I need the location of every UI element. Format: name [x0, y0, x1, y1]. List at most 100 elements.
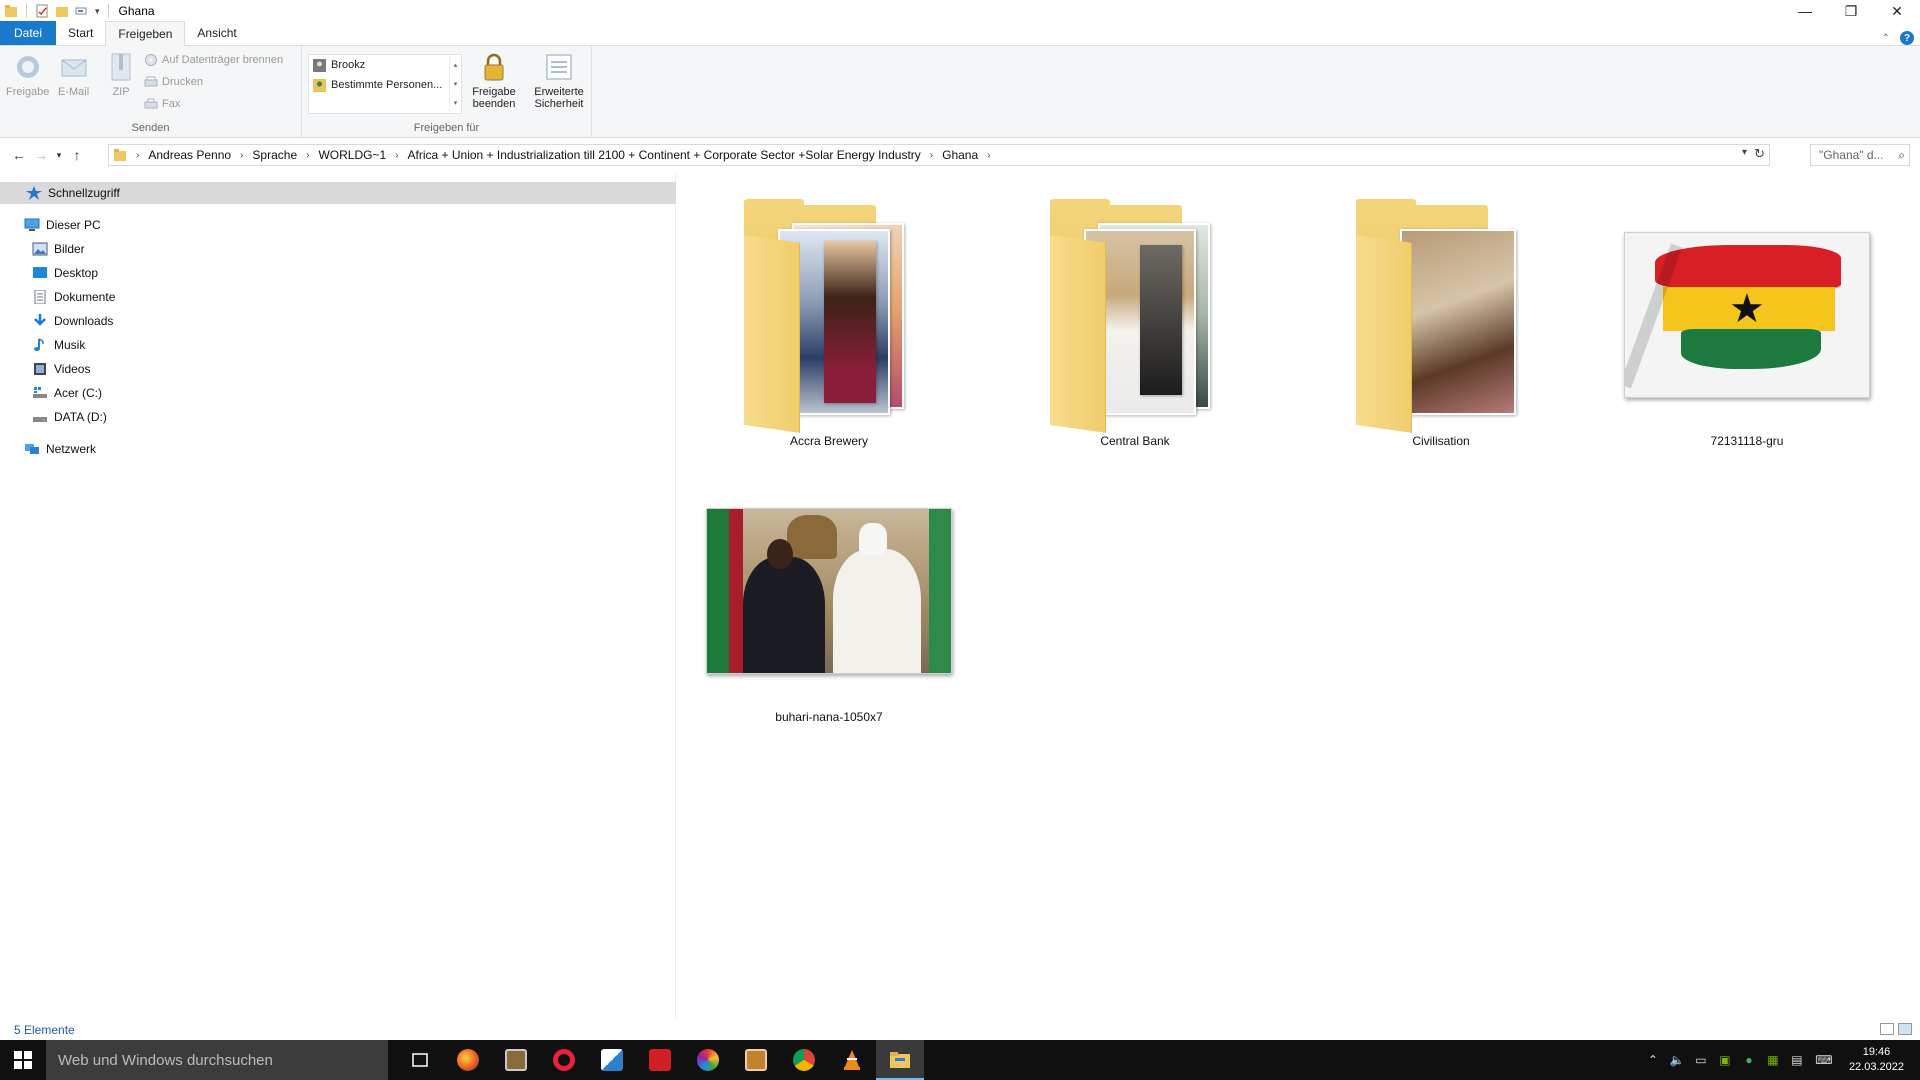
- nav-desktop[interactable]: Desktop: [32, 262, 98, 284]
- image-item[interactable]: ★ 72131118-gru: [1622, 202, 1872, 448]
- properties-icon[interactable]: [35, 4, 49, 18]
- address-bar[interactable]: › Andreas Penno › Sprache › WORLDG~1 › Afri…: [108, 144, 1770, 166]
- fax-icon: [144, 98, 158, 109]
- clock[interactable]: 19:46 22.03.2022: [1843, 1045, 1910, 1075]
- taskbar-app-file-explorer[interactable]: [876, 1040, 924, 1080]
- computer-icon: [24, 218, 40, 231]
- burn-button[interactable]: Auf Datenträger brennen: [144, 54, 283, 66]
- nav-videos[interactable]: Videos: [32, 358, 90, 380]
- taskbar-app-picasa[interactable]: [684, 1040, 732, 1080]
- large-icons-view-icon[interactable]: [1898, 1023, 1912, 1035]
- taskbar-app-opera[interactable]: [540, 1040, 588, 1080]
- taskbar-app-archive[interactable]: [732, 1040, 780, 1080]
- image-thumbnail: [706, 508, 952, 674]
- nav-drive-c[interactable]: Acer (C:): [32, 382, 102, 404]
- breadcrumb-worldg[interactable]: WORLDG~1 ›: [318, 148, 407, 162]
- zip-button[interactable]: ZIP: [106, 52, 136, 98]
- new-folder-icon[interactable]: [55, 4, 69, 18]
- ribbon: Freigabe E-Mail ZIP Auf Datenträger bren…: [0, 46, 1920, 138]
- opera-icon: [553, 1049, 575, 1071]
- taskbar-search-input[interactable]: Web und Windows durchsuchen: [46, 1040, 388, 1080]
- folder-item[interactable]: Accra Brewery: [704, 199, 954, 448]
- share-item-specific-people[interactable]: Bestimmte Personen...: [309, 75, 461, 95]
- picasa-icon: [697, 1049, 719, 1071]
- breadcrumb-ghana[interactable]: Ghana ›: [942, 148, 999, 162]
- gpu-tray-icon[interactable]: ▦: [1765, 1053, 1781, 1067]
- taskbar-app-photos[interactable]: [492, 1040, 540, 1080]
- music-icon: [34, 338, 44, 351]
- nvidia-icon[interactable]: ▣: [1717, 1053, 1733, 1067]
- nav-network[interactable]: Netzwerk: [24, 438, 96, 460]
- notification-icon[interactable]: ▤: [1789, 1053, 1805, 1067]
- nav-bilder[interactable]: Bilder: [32, 238, 85, 260]
- disc-icon: [145, 54, 157, 66]
- printer-icon: [144, 76, 158, 87]
- breadcrumb-africa-union[interactable]: Africa + Union + Industrialization till …: [408, 148, 943, 162]
- nav-musik[interactable]: Musik: [32, 334, 85, 356]
- minimize-button[interactable]: —: [1782, 0, 1828, 22]
- tab-freigeben[interactable]: Freigeben: [105, 21, 186, 46]
- status-bar: 5 Elemente: [0, 1020, 1920, 1040]
- share-list-scroller[interactable]: ▴ ▾ ▾: [449, 55, 461, 113]
- stop-sharing-button[interactable]: Freigabe beenden: [468, 52, 520, 110]
- rename-icon[interactable]: [75, 4, 89, 18]
- volume-icon[interactable]: 🔈: [1669, 1053, 1685, 1067]
- nav-this-pc[interactable]: Dieser PC: [24, 214, 101, 236]
- folder-item[interactable]: Civilisation: [1316, 199, 1566, 448]
- recent-locations-icon[interactable]: ▾: [52, 150, 66, 161]
- folder-item[interactable]: Central Bank: [1010, 199, 1260, 448]
- advanced-security-button[interactable]: Erweiterte Sicherheit: [530, 52, 588, 110]
- tray-overflow-icon[interactable]: ⌃: [1645, 1053, 1661, 1067]
- file-list: Accra Brewery Central Bank Civilisation …: [678, 172, 1920, 1020]
- clock-date: 22.03.2022: [1848, 1061, 1904, 1073]
- print-button[interactable]: Drucken: [144, 76, 203, 88]
- share-item-brookz[interactable]: Brookz: [309, 55, 461, 75]
- close-button[interactable]: ✕: [1874, 0, 1920, 22]
- tab-ansicht[interactable]: Ansicht: [185, 21, 248, 45]
- pictures-icon: [32, 242, 48, 256]
- breadcrumb-andreas-penno[interactable]: Andreas Penno ›: [148, 148, 252, 162]
- refresh-icon[interactable]: ↻: [1754, 146, 1765, 162]
- network-tray-icon[interactable]: ▭: [1693, 1053, 1709, 1067]
- taskbar-app-firefox[interactable]: [444, 1040, 492, 1080]
- nav-downloads[interactable]: Downloads: [32, 310, 113, 332]
- taskbar-app-vlc[interactable]: [828, 1040, 876, 1080]
- forward-arrow-icon[interactable]: →: [30, 147, 52, 163]
- share-button[interactable]: Freigabe: [6, 52, 49, 98]
- help-icon[interactable]: ?: [1900, 31, 1914, 45]
- up-arrow-icon[interactable]: ↑: [66, 147, 88, 163]
- email-button[interactable]: E-Mail: [58, 52, 89, 98]
- nav-drive-d[interactable]: DATA (D:): [32, 406, 107, 428]
- task-view-button[interactable]: [396, 1040, 444, 1080]
- nav-dokumente[interactable]: Dokumente: [32, 286, 115, 308]
- start-button[interactable]: [0, 1040, 46, 1080]
- windows-drive-icon: [33, 387, 47, 398]
- tab-start[interactable]: Start: [56, 21, 105, 45]
- qat-dropdown-icon[interactable]: ▾: [95, 6, 100, 17]
- zip-icon: [111, 53, 131, 81]
- tab-datei[interactable]: Datei: [0, 21, 57, 45]
- image-item[interactable]: buhari-nana-1050x7: [704, 478, 954, 724]
- send-group: Freigabe E-Mail ZIP Auf Datenträger bren…: [0, 46, 302, 138]
- chrome-icon: [793, 1049, 815, 1071]
- search-input[interactable]: "Ghana" d... ⌕: [1810, 144, 1910, 166]
- details-view-icon[interactable]: [1880, 1023, 1894, 1035]
- taskbar-app-acrobat[interactable]: [636, 1040, 684, 1080]
- acrobat-icon: [649, 1049, 671, 1071]
- nav-quick-access[interactable]: Schnellzugriff: [0, 182, 676, 204]
- share-with-list: Brookz Bestimmte Personen... ▴ ▾ ▾: [308, 54, 462, 114]
- security-tray-icon[interactable]: ●: [1741, 1053, 1757, 1067]
- paint-icon: [601, 1049, 623, 1071]
- back-arrow-icon[interactable]: ←: [8, 147, 30, 163]
- taskbar-app-paint[interactable]: [588, 1040, 636, 1080]
- folder-icon: [744, 199, 914, 433]
- star-icon: ★: [1729, 287, 1765, 331]
- breadcrumb-sprache[interactable]: Sprache ›: [252, 148, 318, 162]
- collapse-ribbon-icon[interactable]: ⌃: [1882, 33, 1890, 44]
- address-dropdown-icon[interactable]: ▾: [1742, 147, 1747, 158]
- taskbar-app-chrome[interactable]: [780, 1040, 828, 1080]
- item-count: 5 Elemente: [14, 1023, 75, 1037]
- fax-button[interactable]: Fax: [144, 98, 180, 110]
- keyboard-icon[interactable]: ⌨: [1813, 1053, 1835, 1067]
- restore-button[interactable]: ❐: [1828, 0, 1874, 22]
